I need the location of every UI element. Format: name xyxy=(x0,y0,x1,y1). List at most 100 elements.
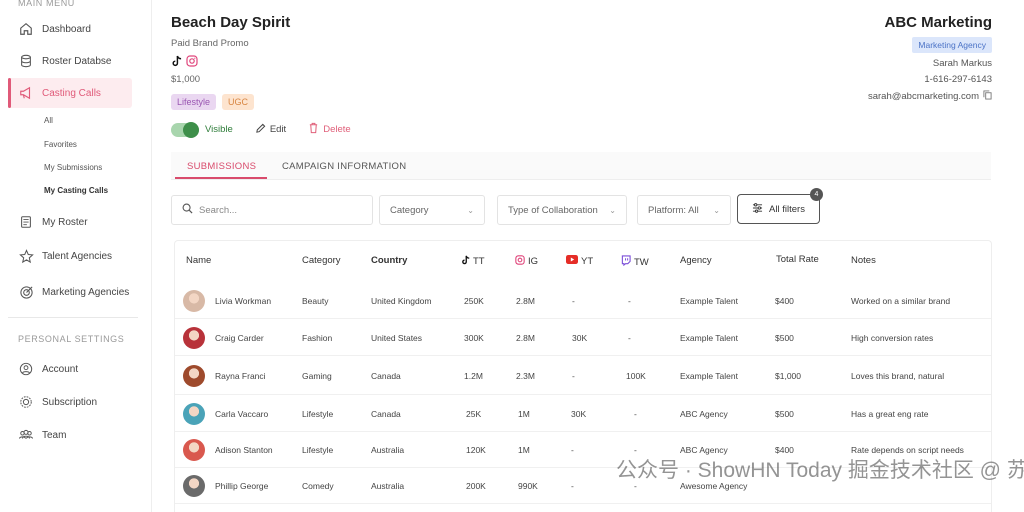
sidebar-item-casting-calls[interactable]: Casting Calls xyxy=(8,78,132,108)
cell-name: Rayna Franci xyxy=(215,370,266,381)
cell-yt: - xyxy=(572,370,575,381)
avatar xyxy=(183,438,205,461)
target-icon xyxy=(18,284,34,300)
sidebar-item-my-roster[interactable]: My Roster xyxy=(8,207,132,237)
avatar xyxy=(183,402,205,425)
sidebar: MAIN MENU Dashboard Roster Databse Casti… xyxy=(0,0,152,512)
cell-total-rate: $400 xyxy=(775,444,794,455)
cell-ig: 1M xyxy=(518,408,530,419)
category-select[interactable]: Category ⌄ xyxy=(379,195,485,225)
tab-submissions[interactable]: SUBMISSIONS xyxy=(187,161,256,172)
star-icon xyxy=(18,248,34,264)
visible-toggle[interactable] xyxy=(171,121,199,138)
cell-ig: 990K xyxy=(518,480,538,491)
column-header-ig[interactable]: IG xyxy=(515,255,538,268)
sidebar-item-marketing-agencies[interactable]: Marketing Agencies xyxy=(8,277,132,307)
active-tab-indicator xyxy=(175,177,267,179)
sub-item-all[interactable]: All xyxy=(44,116,53,125)
cell-agency: ABC Agency xyxy=(680,408,728,419)
sub-item-my-submissions[interactable]: My Submissions xyxy=(44,163,102,172)
column-header-total-rate[interactable]: Total Rate xyxy=(776,254,819,265)
edit-button[interactable]: Edit xyxy=(255,123,286,137)
column-header-country[interactable]: Country xyxy=(371,255,407,266)
copy-icon[interactable] xyxy=(983,90,992,103)
platform-icons xyxy=(171,54,198,72)
platform-select[interactable]: Platform: All ⌄ xyxy=(637,195,731,225)
cell-notes: Has a great eng rate xyxy=(851,408,929,419)
cell-yt: 30K xyxy=(572,332,588,343)
contact-email-row: sarah@abcmarketing.com xyxy=(868,90,992,103)
twitch-icon xyxy=(621,255,631,269)
sidebar-item-label: Talent Agencies xyxy=(42,250,113,262)
cell-name: Livia Workman xyxy=(215,295,272,306)
cell-name: Phillip George xyxy=(215,480,269,491)
visible-label: Visible xyxy=(205,124,233,135)
all-filters-button[interactable]: All filters xyxy=(737,194,820,224)
cell-tt: 300K xyxy=(464,332,484,343)
cell-agency: ABC Agency xyxy=(680,444,728,455)
youtube-icon xyxy=(566,255,578,267)
sidebar-item-label: Account xyxy=(42,363,79,375)
category-select-value: Category xyxy=(390,204,429,216)
sidebar-divider xyxy=(8,317,138,318)
cell-country: United Kingdom xyxy=(371,295,432,306)
search-placeholder: Search... xyxy=(199,204,238,216)
column-header-label: IG xyxy=(528,256,539,267)
database-icon xyxy=(18,53,34,69)
instagram-icon xyxy=(186,54,198,72)
tab-campaign-information[interactable]: CAMPAIGN INFORMATION xyxy=(282,161,406,172)
cell-tt: 120K xyxy=(466,444,486,455)
cell-tw: - xyxy=(628,332,631,343)
table-row[interactable]: Carla Vaccaro Lifestyle Canada 25K 1M 30K - ABC… xyxy=(175,396,991,432)
chevron-down-icon: ⌄ xyxy=(609,205,616,215)
sidebar-item-talent-agencies[interactable]: Talent Agencies xyxy=(8,241,132,271)
pencil-icon xyxy=(255,123,266,137)
delete-button[interactable]: Delete xyxy=(308,122,351,137)
table-row[interactable]: Livia Workman Beauty United Kingdom 250K 2.8… xyxy=(175,283,991,319)
table-row[interactable]: Craig Carder Fashion United States 300K 2.8M… xyxy=(175,320,991,356)
sliders-icon xyxy=(752,202,763,216)
column-header-yt[interactable]: YT xyxy=(566,255,593,267)
sidebar-item-roster-database[interactable]: Roster Databse xyxy=(8,46,132,76)
main-menu-heading: MAIN MENU xyxy=(18,0,75,8)
platform-select-value: Platform: All xyxy=(648,204,699,216)
sidebar-item-label: Team xyxy=(42,429,67,441)
collaboration-select[interactable]: Type of Collaboration ⌄ xyxy=(497,195,627,225)
sidebar-item-label: Marketing Agencies xyxy=(42,286,130,298)
sub-item-favorites[interactable]: Favorites xyxy=(44,140,77,149)
active-filter-count-badge: 4 xyxy=(810,188,823,201)
megaphone-icon xyxy=(18,85,34,101)
cell-yt: - xyxy=(571,480,574,491)
column-header-category[interactable]: Category xyxy=(302,255,341,266)
table-row[interactable]: Rayna Franci Gaming Canada 1.2M 2.3M - 100K Exa… xyxy=(175,357,991,395)
column-header-tt[interactable]: TT xyxy=(461,255,485,268)
cell-country: United States xyxy=(371,332,423,343)
all-filters-label: All filters xyxy=(769,203,805,215)
campaign-actions: Visible Edit Delete xyxy=(171,121,351,138)
column-header-tw[interactable]: TW xyxy=(621,255,649,269)
agency-info: ABC Marketing Marketing Agency Sarah Mar… xyxy=(868,14,992,103)
column-header-name[interactable]: Name xyxy=(186,255,211,266)
column-header-agency[interactable]: Agency xyxy=(680,255,712,266)
sidebar-item-team[interactable]: Team xyxy=(8,420,132,450)
cell-yt: - xyxy=(572,295,575,306)
tiktok-icon xyxy=(171,54,182,72)
sidebar-item-subscription[interactable]: Subscription xyxy=(8,387,132,417)
collaboration-select-value: Type of Collaboration xyxy=(508,204,598,216)
delete-label: Delete xyxy=(323,124,351,135)
team-icon xyxy=(18,427,34,443)
chevron-down-icon: ⌄ xyxy=(467,205,474,215)
tiktok-icon xyxy=(461,255,470,268)
agency-type-badge: Marketing Agency xyxy=(912,37,992,53)
search-input[interactable]: Search... xyxy=(171,195,373,225)
column-header-notes[interactable]: Notes xyxy=(851,255,876,266)
personal-settings-heading: PERSONAL SETTINGS xyxy=(18,334,125,344)
sub-item-my-casting-calls[interactable]: My Casting Calls xyxy=(44,186,108,195)
cell-agency: Example Talent xyxy=(680,295,738,306)
sidebar-item-dashboard[interactable]: Dashboard xyxy=(8,14,132,44)
cell-yt: - xyxy=(571,444,574,455)
column-header-label: YT xyxy=(581,255,594,267)
sidebar-item-account[interactable]: Account xyxy=(8,354,132,384)
cell-category: Beauty xyxy=(302,295,329,306)
cell-country: Australia xyxy=(371,444,405,455)
